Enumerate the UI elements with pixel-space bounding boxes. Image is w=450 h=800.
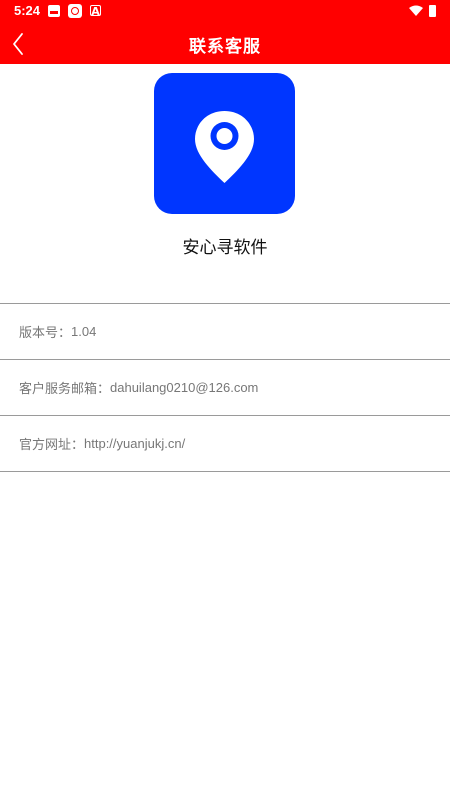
- email-row[interactable]: 客户服务邮箱： dahuilang0210@126.com: [0, 359, 450, 415]
- location-pin-icon: [195, 111, 254, 183]
- email-label: 客户服务邮箱：: [19, 382, 111, 397]
- a-notification-icon: A: [90, 5, 101, 18]
- info-list: 版本号： 1.04 客户服务邮箱： dahuilang0210@126.com …: [0, 303, 450, 472]
- contact-service-screen: 5:24 A 联系客服 安心寻软件 版本号： 1.04 客户服务邮箱： dahu…: [0, 0, 450, 800]
- status-bar: 5:24 A: [0, 0, 450, 24]
- version-label: 版本号：: [19, 326, 72, 341]
- battery-icon: [429, 5, 436, 17]
- version-value: 1.04: [71, 324, 97, 339]
- version-row: 版本号： 1.04: [0, 303, 450, 359]
- app-name: 安心寻软件: [182, 238, 268, 258]
- system-icons: [409, 5, 436, 17]
- page-title: 联系客服: [189, 37, 261, 57]
- website-label: 官方网址：: [19, 438, 85, 453]
- notification-icons: A: [48, 4, 101, 18]
- wifi-icon: [409, 5, 423, 16]
- website-row[interactable]: 官方网址： http://yuanjukj.cn/: [0, 415, 450, 472]
- app-notification-icon: [68, 4, 82, 18]
- gallery-notification-icon: [48, 5, 60, 17]
- email-value[interactable]: dahuilang0210@126.com: [110, 380, 258, 395]
- website-link[interactable]: http://yuanjukj.cn/: [84, 436, 185, 451]
- title-bar: 联系客服: [0, 24, 450, 64]
- status-time: 5:24: [14, 3, 41, 18]
- app-logo: [154, 73, 295, 214]
